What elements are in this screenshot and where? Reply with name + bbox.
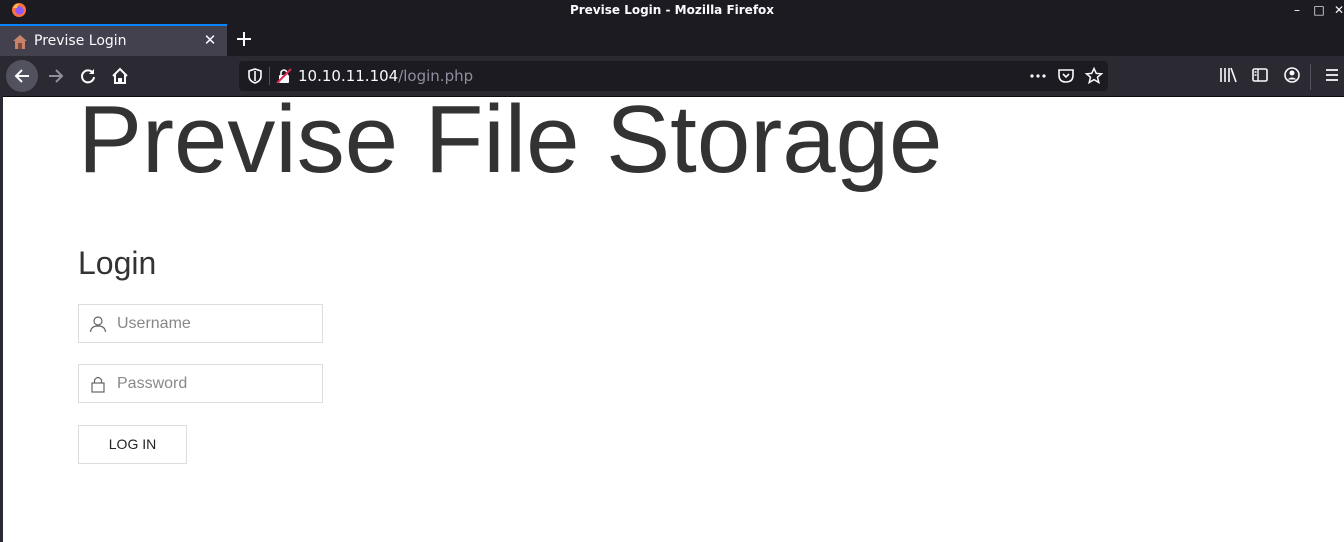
password-field[interactable] — [78, 364, 323, 403]
username-input[interactable] — [117, 313, 312, 335]
url-bar[interactable]: 10.10.11.104/login.php — [239, 61, 1108, 91]
password-input[interactable] — [117, 373, 312, 395]
url-divider — [269, 67, 270, 85]
home-icon[interactable] — [104, 60, 136, 92]
url-path: /login.php — [398, 67, 474, 85]
tab-bar: Previse Login ✕ — [0, 22, 1344, 56]
new-tab-icon[interactable] — [232, 27, 256, 51]
maximize-icon[interactable]: □ — [1312, 2, 1326, 18]
more-icon[interactable] — [1028, 66, 1048, 86]
back-icon — [14, 69, 29, 83]
close-window-icon[interactable]: ✕ — [1332, 2, 1344, 18]
pocket-icon[interactable] — [1056, 66, 1076, 86]
minimize-icon[interactable]: – — [1290, 2, 1304, 18]
url-text[interactable]: 10.10.11.104/login.php — [298, 67, 473, 85]
page-content: Previse File Storage Login LOG IN — [3, 97, 1344, 542]
back-button[interactable] — [6, 60, 38, 92]
user-icon — [89, 316, 107, 333]
library-icon[interactable] — [1218, 65, 1238, 85]
tab-close-icon[interactable]: ✕ — [200, 30, 220, 50]
insecure-lock-icon[interactable] — [274, 66, 294, 86]
reload-icon[interactable] — [72, 60, 104, 92]
login-heading: Login — [78, 245, 157, 281]
login-button[interactable]: LOG IN — [78, 425, 187, 464]
sidebar-icon[interactable] — [1250, 65, 1270, 85]
account-icon[interactable] — [1282, 65, 1302, 85]
forward-icon[interactable] — [40, 60, 72, 92]
menu-icon[interactable] — [1322, 65, 1342, 85]
shield-icon[interactable] — [245, 66, 265, 86]
url-host: 10.10.11.104 — [298, 67, 399, 85]
tab-label: Previse Login — [34, 33, 127, 49]
toolbar-separator — [1310, 64, 1311, 90]
tab-previse-login[interactable]: Previse Login ✕ — [0, 24, 227, 56]
lock-icon — [91, 376, 105, 393]
navigation-toolbar: 10.10.11.104/login.php — [0, 56, 1344, 97]
window-titlebar: Previse Login - Mozilla Firefox – □ ✕ — [0, 0, 1344, 22]
site-favicon-icon — [13, 35, 27, 49]
site-brand-title: Previse File Storage — [78, 97, 943, 193]
window-title: Previse Login - Mozilla Firefox — [569, 3, 775, 17]
bookmark-star-icon[interactable] — [1084, 66, 1104, 86]
username-field[interactable] — [78, 304, 323, 343]
